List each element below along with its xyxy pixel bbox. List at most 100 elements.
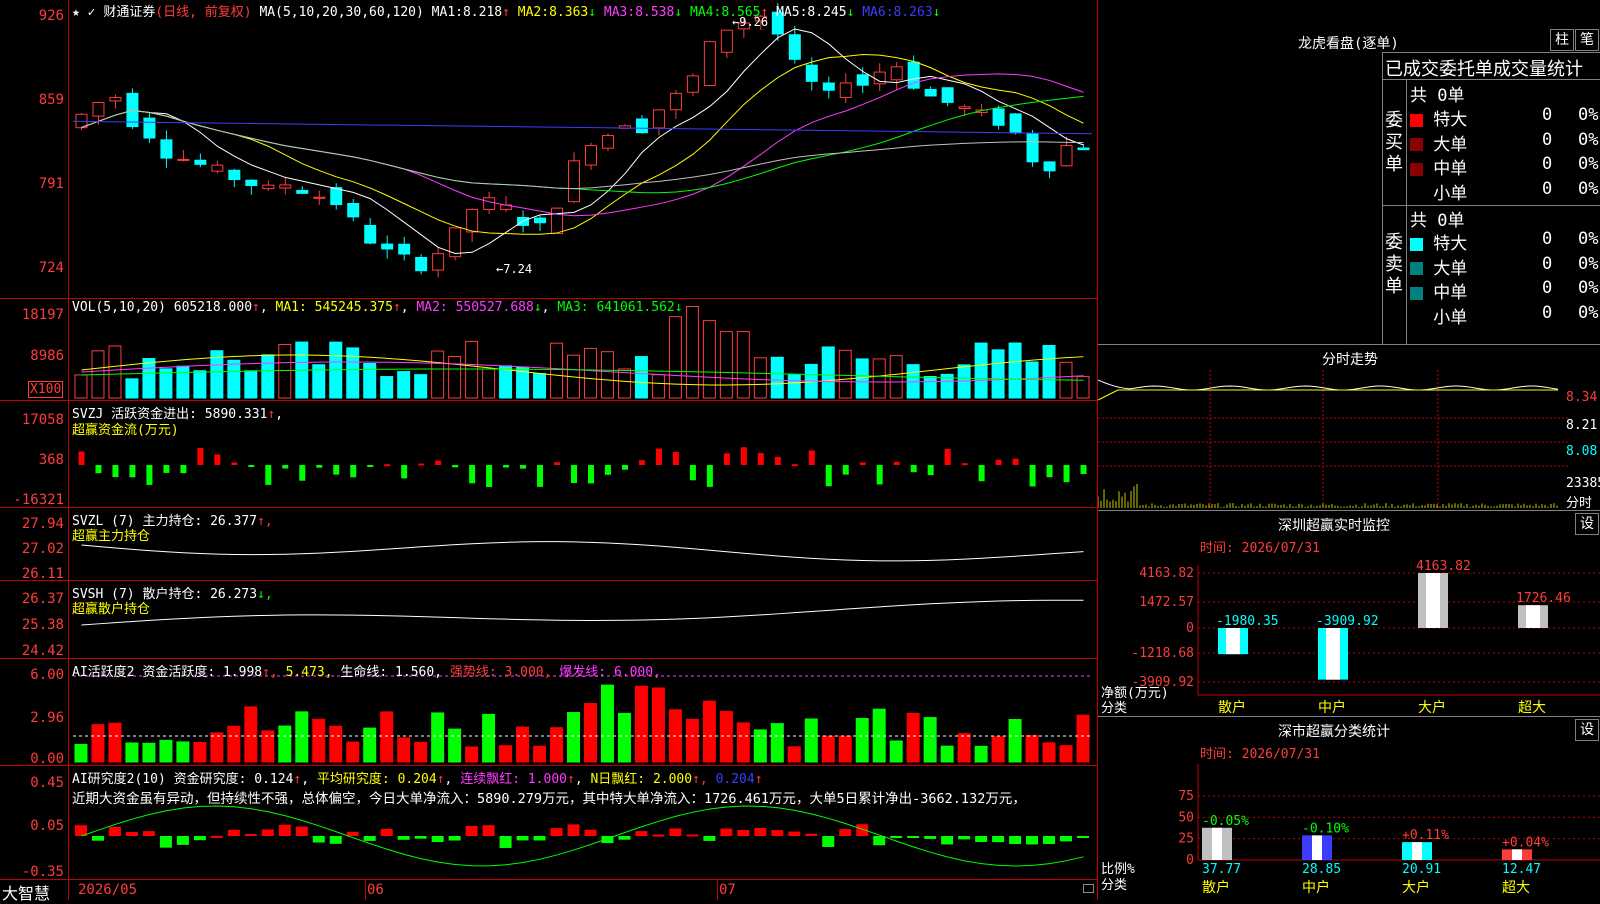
ai2-bar	[1009, 836, 1022, 845]
candle-body	[211, 164, 224, 172]
classify-settings-button[interactable]: 设	[1575, 719, 1599, 741]
monitor-bar-highlight	[1426, 573, 1440, 628]
ai2-bar	[567, 824, 580, 836]
monitor-value-label: 1726.46	[1516, 591, 1571, 606]
svsh-y-label-1: 25.38	[21, 617, 64, 633]
svzj-bar	[1080, 465, 1087, 474]
ai1-bar	[278, 725, 292, 763]
buy-val-0: 0	[1542, 105, 1553, 125]
candle-body	[601, 135, 614, 149]
ai2-bar	[414, 836, 427, 839]
monitor-bar-highlight	[1326, 628, 1340, 680]
lock-icon[interactable]	[1083, 884, 1094, 893]
ai2-bar	[227, 829, 240, 836]
monitor-cat-label: 中户	[1318, 699, 1346, 715]
svzj-bar	[95, 465, 102, 474]
ai2-bar	[839, 829, 852, 836]
candle-body	[958, 106, 971, 109]
ai2-bar	[193, 836, 206, 841]
svzj-bar	[927, 465, 934, 476]
buy-swatch-0	[1410, 113, 1423, 127]
pin-icon[interactable]: ✓	[88, 5, 96, 20]
ma2-item: MA2:8.363↓	[517, 5, 597, 20]
svzj-bar	[469, 465, 476, 484]
svzj-bar	[435, 460, 442, 465]
ai1-bar	[600, 684, 614, 763]
ai2-bars	[75, 824, 1089, 848]
candle-body	[703, 41, 716, 87]
ai1-bar	[159, 739, 173, 763]
sell-name-3: 小单	[1423, 307, 1468, 328]
stock-name[interactable]: 财通证券	[103, 5, 155, 20]
svzj-y-label-2: -16321	[13, 492, 64, 508]
classify-top-line	[1098, 716, 1600, 717]
candle-body	[245, 179, 258, 187]
intraday-y-1: 8.21	[1566, 418, 1598, 433]
svzj-bar	[520, 465, 527, 469]
ai2-header: AI研究度2(10) 资金研究度: 0.124↑, 平均研究度: 0.204↑,…	[72, 772, 763, 787]
sell-pct-3: 0%	[1578, 302, 1599, 323]
ai2-bar	[397, 836, 410, 840]
ai2-bar	[261, 829, 274, 836]
svzj-bar	[995, 459, 1002, 465]
svzj-bar	[672, 452, 679, 465]
ai1-bar	[651, 687, 665, 763]
monitor-bar-1	[1318, 628, 1348, 680]
ai2-bar	[329, 836, 342, 844]
sell-side-label: 委卖单	[1385, 232, 1403, 297]
ai1-bar	[991, 736, 1005, 763]
ai2-bar	[924, 836, 937, 839]
volume-bar	[1008, 342, 1022, 399]
classify-cat-label: 中户	[1302, 879, 1330, 896]
bar-view-button[interactable]: 柱	[1550, 29, 1574, 51]
classify-value-label: 12.47	[1502, 862, 1541, 877]
period-label[interactable]: (日线, 前复权)	[155, 5, 251, 20]
candle-body	[890, 66, 903, 81]
ai1-bar	[210, 732, 224, 763]
ai1-bar	[363, 727, 377, 763]
classify-bar-1	[1302, 835, 1332, 860]
ai1-bars	[74, 684, 1090, 763]
buy-val-1: 0	[1542, 129, 1553, 150]
volume-bar	[533, 373, 547, 399]
candle-body	[194, 159, 207, 165]
intraday-chart[interactable]	[1098, 370, 1600, 510]
vol-header: VOL(5,10,20) 605218.000↑, MA1: 545245.37…	[72, 300, 683, 315]
ai1-bar	[702, 700, 716, 763]
left-chart-svg[interactable]	[0, 0, 1098, 900]
ai2-bar	[805, 833, 818, 836]
sell-swatch-1	[1410, 262, 1423, 275]
svzj-bar	[384, 464, 391, 467]
svzj-bar	[893, 461, 900, 465]
ai2-bar	[720, 828, 733, 836]
ai1-bar	[516, 726, 530, 763]
svzj-bar	[944, 449, 951, 465]
ai1-bar	[125, 742, 139, 763]
intraday-vol-unit: 分时	[1566, 496, 1593, 511]
monitor-settings-button[interactable]: 设	[1575, 513, 1599, 535]
star-icon[interactable]: ★	[72, 5, 80, 20]
sell-row-3: 小单 0 0%	[1410, 303, 1600, 328]
candle-body	[992, 108, 1005, 126]
ma1-item: MA1:8.218↑	[431, 5, 510, 20]
svzj-bar	[350, 465, 357, 478]
sell-val-2: 0	[1542, 278, 1553, 298]
classify-title: 深市超赢分类统计	[1278, 724, 1390, 740]
sell-swatch-2	[1410, 286, 1423, 300]
ai2-bar	[737, 829, 750, 836]
ai1-bar	[1025, 735, 1039, 763]
monitor-top-line	[1098, 510, 1600, 511]
sell-swatch-0	[1410, 237, 1423, 251]
monitor-value-label: 4163.82	[1416, 559, 1471, 574]
tick-view-button[interactable]: 笔	[1575, 29, 1599, 51]
classify-value-label: 28.85	[1302, 862, 1341, 877]
ai2-bar	[1026, 836, 1039, 845]
svzj-bar	[604, 465, 611, 475]
volume-bar	[974, 342, 988, 399]
svzj-y-label-0: 17058	[21, 412, 64, 428]
classify-cat-label: 散户	[1202, 879, 1230, 896]
longhu-sep-1	[1382, 79, 1600, 80]
candle-body	[364, 225, 377, 244]
candle-body	[466, 208, 479, 233]
classify-value-label: 37.77	[1202, 862, 1241, 877]
